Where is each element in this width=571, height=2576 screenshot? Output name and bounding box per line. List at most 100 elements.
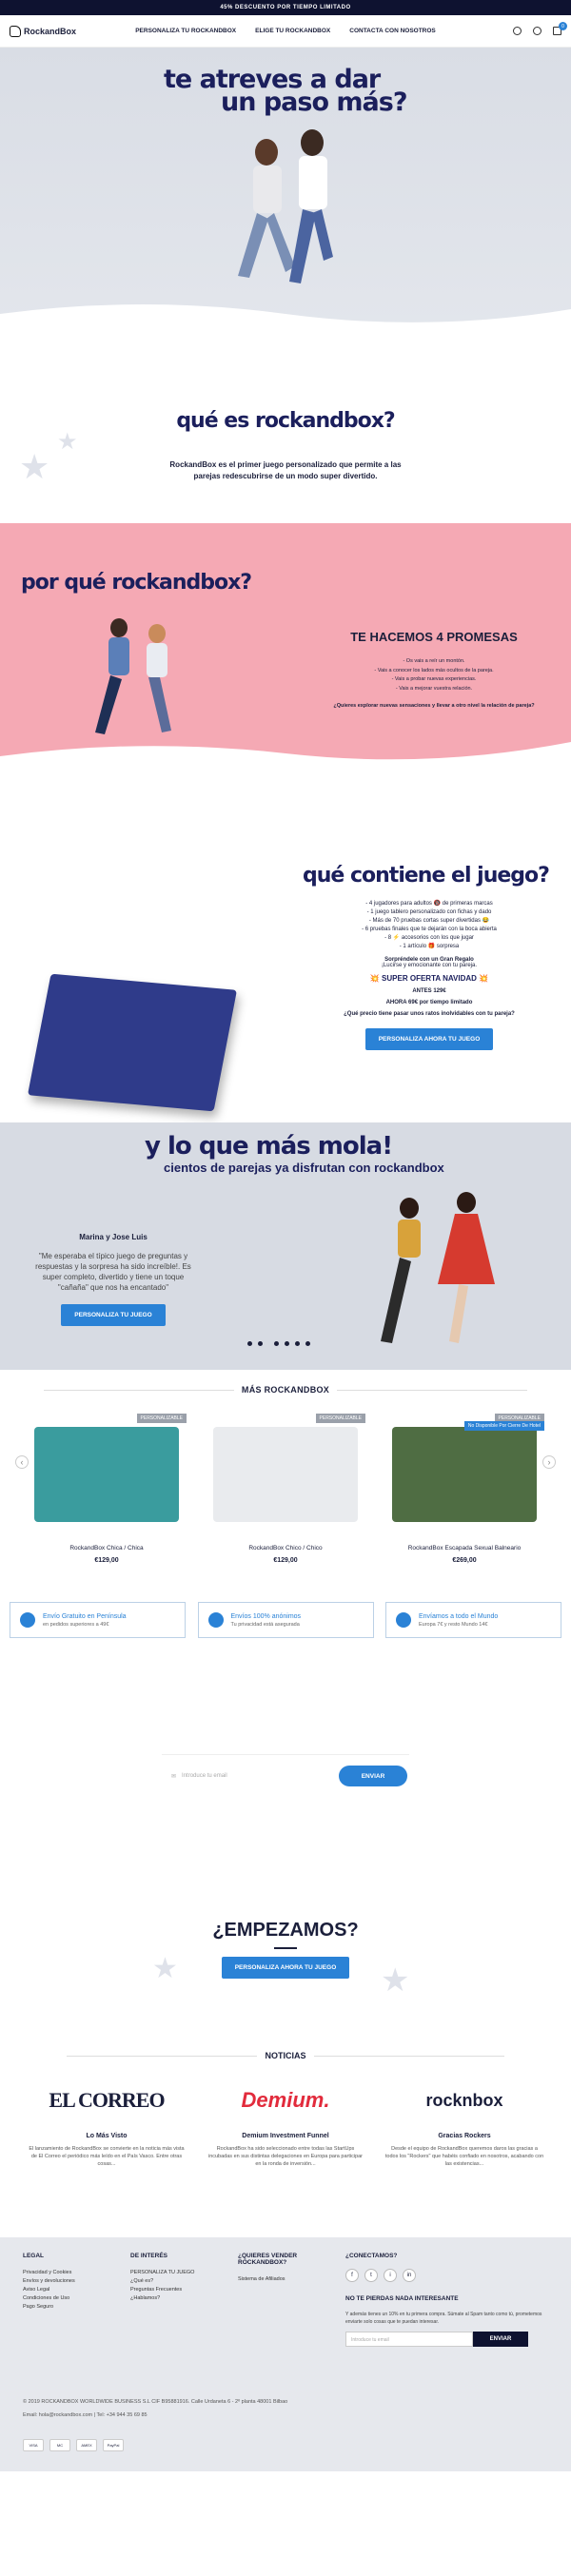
carousel-dot[interactable] [285,1341,289,1346]
contact-text: Email: hola@rockandbox.com | Tel: +34 94… [23,2412,148,2418]
promise-item: - Vais a probar nuevas experiencias. [391,676,477,682]
footer-link[interactable]: ¿Qué es? [130,2277,238,2286]
logo-text: RockandBox [24,26,77,36]
visa-icon: VISA [23,2439,44,2451]
demium-logo[interactable]: Demium. [206,2081,365,2119]
cart-badge: 0 [559,22,567,30]
carousel-dot[interactable] [305,1341,310,1346]
product-image[interactable] [392,1427,537,1522]
personaliza-tu-juego-button[interactable]: PERSONALIZA TU JUEGO [61,1304,166,1326]
footer-link[interactable]: Sistema de Afiliados [238,2275,345,2284]
copyright-text: © 2019 ROCKANDBOX WORLDWIDE BUSINESS S.L… [23,2399,288,2405]
more-products-section: MÁS ROCKANDBOX ‹ › PERSONALIZABLE Rockan… [0,1370,571,1667]
hero-title-line2: un paso más? [221,88,407,117]
email-field[interactable]: ✉ Introduce tu email [171,1766,335,1786]
product-price: €129,00 [273,1557,298,1564]
personaliza-ahora-button[interactable]: PERSONALIZA AHORA TU JUEGO [364,1028,494,1050]
footer-email-field[interactable]: Introduce tu email [345,2332,473,2347]
product-name[interactable]: RockandBox Chica / Chica [27,1545,187,1551]
cart-icon[interactable]: 0 [553,22,567,35]
carousel-dot[interactable] [295,1341,300,1346]
instagram-icon[interactable]: i [384,2269,397,2282]
newsletter-submit-button[interactable]: ENVIAR [339,1766,407,1786]
paypal-icon: PayPal [103,2439,124,2451]
product-image[interactable] [34,1427,179,1522]
product-name[interactable]: RockandBox Chico / Chico [206,1545,365,1551]
testimonial-quote: "Me esperaba el típico juego de pregunta… [35,1252,191,1292]
footer-newsletter-title: NO TE PIERDAS NADA INTERESANTE [345,2295,459,2302]
news-text: Desde el equipo de RockandBox queremos d… [384,2146,544,2167]
linkedin-icon[interactable]: in [403,2269,416,2282]
carousel-dot[interactable] [247,1341,252,1346]
news-text: RockandBox ha sido seleccionado entre to… [207,2146,364,2167]
contains-section: qué contiene el juego? - 4 jugadores par… [0,771,571,1122]
hero-wave [0,304,571,333]
footer-submit-button[interactable]: ENVIAR [473,2332,528,2347]
news-text: El lanzamiento de RockandBox se conviert… [29,2146,185,2167]
footer-link[interactable]: Envíos y devoluciones [23,2277,130,2286]
footer-link[interactable]: Preguntas Frecuentes [130,2286,238,2294]
nav-elige[interactable]: ELIGE TU ROCKANDBOX [255,28,330,34]
news-item: rocknbox Gracias Rockers Desde el equipo… [384,2081,544,2168]
news-item: Demium. Demium Investment Funnel Rockand… [206,2081,365,2168]
product-carousel: PERSONALIZABLE RockandBox Chica / Chica … [0,1395,571,1564]
what-title: qué es rockandbox? [176,409,395,433]
unavailable-tag: No Disponible Por Cierre De Hotel [463,1421,544,1431]
nav-contacta[interactable]: CONTACTA CON NOSOTROS [349,28,436,34]
footer-link[interactable]: Privacidad y Cookies [23,2269,130,2277]
footer-link[interactable]: Condiciones de Uso [23,2294,130,2303]
footer-newsletter-text: Y además tienes un 10% en tu primera com… [345,2312,542,2325]
amex-icon: AMEX [76,2439,97,2451]
product-image[interactable] [213,1427,358,1522]
contents-item: - 8 ⚡ accesorios con los que jugar [384,935,474,941]
carousel-dot[interactable] [274,1341,279,1346]
why-wave [0,742,571,771]
product-card[interactable]: PERSONALIZABLE RockandBox Chica / Chica … [27,1414,187,1564]
carousel-dot[interactable] [258,1341,263,1346]
product-price: €269,00 [452,1557,477,1564]
product-tag: PERSONALIZABLE [136,1414,187,1423]
footer-link[interactable]: PERSONALIZA TU JUEGO [130,2269,238,2277]
promo-banner: 45% DESCUENTO POR TIEMPO LIMITADO [0,0,571,15]
personaliza-ahora-button[interactable]: PERSONALIZA AHORA TU JUEGO [221,1957,350,1979]
mastercard-icon: MC [49,2439,70,2451]
nav-personaliza[interactable]: PERSONALIZA TU ROCKANDBOX [135,28,236,34]
feature-sub: Tu privacidad está asegurada [230,1621,300,1628]
chevron-right-icon[interactable]: › [542,1455,556,1469]
product-name[interactable]: RockandBox Escapada Sexual Balneario [384,1545,544,1551]
rocknbox-logo[interactable]: rocknbox [384,2081,544,2119]
more-title: MÁS ROCKANDBOX [241,1385,330,1395]
feature-title: Envíos 100% anónimos [230,1612,302,1620]
footer-link[interactable]: Pago Seguro [23,2303,130,2312]
promise-item: - Vais a mejorar vuestra relación. [395,685,473,692]
product-card[interactable]: PERSONALIZABLE RockandBox Chico / Chico … [206,1414,365,1564]
news-heading: Gracias Rockers [438,2133,491,2139]
dancing-couple-illustration [381,1192,495,1343]
facebook-icon[interactable]: f [345,2269,359,2282]
footer-legal-title: LEGAL [23,2253,45,2259]
user-icon[interactable] [533,27,541,35]
site-header: RockandBox PERSONALIZA TU ROCKANDBOX ELI… [0,15,571,48]
footer-link[interactable]: Aviso Legal [23,2286,130,2294]
footer-link[interactable]: ¿Hablamos? [130,2294,238,2303]
footer-interest-title: DE INTERÉS [130,2253,168,2259]
contents-item: - 1 artículo 🎁 sorpresa [399,944,460,949]
logo-icon [10,25,21,37]
mola-title: y lo que más mola! [145,1132,393,1161]
product-card[interactable]: PERSONALIZABLE No Disponible Por Cierre … [384,1414,544,1564]
divider [274,1947,297,1949]
why-question: ¿Quieres explorar nuevas sensaciones y l… [333,703,535,709]
feature-title: Envíamos a todo el Mundo [419,1612,499,1620]
twitter-icon[interactable]: t [364,2269,378,2282]
game-box-image [28,973,237,1112]
elcorreo-logo[interactable]: EL CORREO [27,2081,187,2119]
product-tag: PERSONALIZABLE [315,1414,365,1423]
search-icon[interactable] [513,27,522,35]
newsletter-section: ✉ Introduce tu email ENVIAR [0,1667,571,1838]
testimonial: Marina y Jose Luis "Me esperaba el típic… [34,1227,192,1326]
promise-item: - Os vais a reír un montón. [403,658,465,664]
features-row: Envío Gratuito en Península en pedidos su… [0,1564,571,1638]
feature-sub: Europa 7€ y resto Mundo 14€ [419,1621,488,1628]
logo[interactable]: RockandBox [10,25,105,37]
star-decoration: ★ [19,447,50,486]
